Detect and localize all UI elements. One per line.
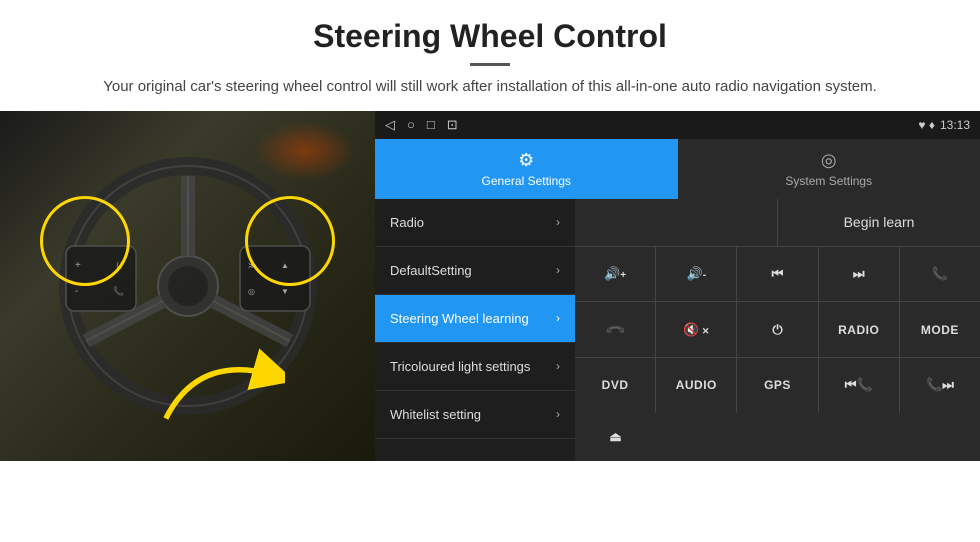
vol-up-icon: 🔊+ [604, 266, 626, 282]
vol-down-button[interactable]: 🔊- [656, 247, 737, 302]
header-section: Steering Wheel Control Your original car… [0, 0, 980, 111]
prev-dvd-icon: ⏮📞 [845, 377, 873, 393]
hang-up-icon: 📞 [604, 318, 627, 341]
svg-text:▼: ▼ [281, 287, 289, 296]
vol-up-button[interactable]: 🔊+ [575, 247, 656, 302]
controls-row-3: DVD AUDIO GPS ⏮📞 📞⏭ [575, 358, 980, 413]
tab-general-settings[interactable]: ⚙ General Settings [375, 139, 678, 199]
nav-icons: ◁ ○ □ ⊡ [385, 117, 458, 133]
audio-label: AUDIO [676, 378, 717, 392]
menu-item-steering-wheel[interactable]: Steering Wheel learning › [375, 295, 575, 343]
tab-general-label: General Settings [482, 174, 571, 188]
eject-icon: ⏏ [609, 429, 621, 445]
system-icon: ◎ [821, 150, 837, 171]
dvd-label: DVD [602, 378, 629, 392]
left-menu: Radio › DefaultSetting › Steering Wheel … [375, 199, 575, 461]
recents-icon: □ [427, 117, 435, 132]
settings-icon: ⚙ [518, 150, 534, 171]
empty-cell [575, 199, 778, 246]
audio-button[interactable]: AUDIO [656, 358, 737, 413]
menu-item-radio[interactable]: Radio › [375, 199, 575, 247]
arrow-indicator [155, 341, 285, 431]
svg-text:-: - [75, 286, 78, 297]
tab-system-label: System Settings [785, 174, 872, 188]
menu-item-whitelist[interactable]: Whitelist setting › [375, 391, 575, 439]
menu-item-steering-label: Steering Wheel learning [390, 311, 556, 326]
steering-wheel-image: + ⟨⟨ - 📞 ≫ ▲ ◎ ▼ [0, 111, 375, 461]
chevron-icon: › [556, 215, 560, 229]
menu-item-whitelist-label: Whitelist setting [390, 407, 556, 422]
controls-row-1: 🔊+ 🔊- ⏮ ⏭ 📞 [575, 247, 980, 303]
prev-dvd-button[interactable]: ⏮📞 [819, 358, 900, 413]
controls-grid: 🔊+ 🔊- ⏮ ⏭ 📞 [575, 247, 980, 461]
gps-label: GPS [764, 378, 791, 392]
gps-button[interactable]: GPS [737, 358, 818, 413]
highlight-circle-right [245, 196, 335, 286]
hang-up-button[interactable]: 📞 [575, 302, 656, 357]
menu-item-default-label: DefaultSetting [390, 263, 556, 278]
dvd-button[interactable]: DVD [575, 358, 656, 413]
svg-text:◎: ◎ [248, 287, 255, 296]
menu-item-default-setting[interactable]: DefaultSetting › [375, 247, 575, 295]
begin-learn-row: Begin learn [575, 199, 980, 247]
power-icon: ⏻ [772, 322, 782, 338]
mute-icon: 🔇 ✕ [683, 322, 709, 338]
power-button[interactable]: ⏻ [737, 302, 818, 357]
controls-row-2: 📞 🔇 ✕ ⏻ RADIO MODE [575, 302, 980, 358]
clock: 13:13 [940, 118, 970, 132]
radio-label: RADIO [838, 323, 879, 337]
begin-learn-button[interactable]: Begin learn [778, 199, 980, 246]
svg-text:📞: 📞 [113, 285, 125, 296]
vol-down-icon: 🔊- [687, 266, 707, 282]
next-dvd-button[interactable]: 📞⏭ [900, 358, 980, 413]
right-control-panel: Begin learn 🔊+ 🔊- ⏮ [575, 199, 980, 461]
menu-icon: ⊡ [447, 117, 458, 133]
controls-row-4: ⏏ [575, 413, 980, 461]
radio-button[interactable]: RADIO [819, 302, 900, 357]
tab-system-settings[interactable]: ◎ System Settings [678, 139, 980, 199]
phone-icon: 📞 [932, 266, 948, 282]
tab-bar: ⚙ General Settings ◎ System Settings [375, 139, 980, 199]
eject-button[interactable]: ⏏ [575, 413, 656, 461]
next-track-button[interactable]: ⏭ [819, 247, 900, 302]
chevron-icon: › [556, 407, 560, 421]
mode-label: MODE [921, 323, 959, 337]
chevron-icon: › [556, 359, 560, 373]
menu-item-radio-label: Radio [390, 215, 556, 230]
chevron-icon: › [556, 263, 560, 277]
prev-track-icon: ⏮ [772, 266, 784, 282]
mode-button[interactable]: MODE [900, 302, 980, 357]
menu-item-tricoloured[interactable]: Tricoloured light settings › [375, 343, 575, 391]
mute-button[interactable]: 🔇 ✕ [656, 302, 737, 357]
status-bar: ◁ ○ □ ⊡ ♥ ♦ 13:13 [375, 111, 980, 139]
chevron-icon: › [556, 311, 560, 325]
status-right: ♥ ♦ 13:13 [918, 118, 970, 132]
next-dvd-icon: 📞⏭ [926, 377, 954, 393]
android-panel: ◁ ○ □ ⊡ ♥ ♦ 13:13 ⚙ General Settings ◎ S… [375, 111, 980, 461]
signal-icon: ♥ ♦ [918, 118, 935, 132]
prev-track-button[interactable]: ⏮ [737, 247, 818, 302]
title-divider [470, 63, 510, 66]
back-icon: ◁ [385, 117, 395, 133]
content-area: + ⟨⟨ - 📞 ≫ ▲ ◎ ▼ [0, 111, 980, 461]
phone-button[interactable]: 📞 [900, 247, 980, 302]
menu-item-tricoloured-label: Tricoloured light settings [390, 359, 556, 374]
next-track-icon: ⏭ [853, 266, 865, 282]
subtitle-text: Your original car's steering wheel contr… [60, 76, 920, 99]
page-title: Steering Wheel Control [60, 18, 920, 55]
highlight-circle-left [40, 196, 130, 286]
panel-body: Radio › DefaultSetting › Steering Wheel … [375, 199, 980, 461]
home-icon: ○ [407, 117, 415, 132]
